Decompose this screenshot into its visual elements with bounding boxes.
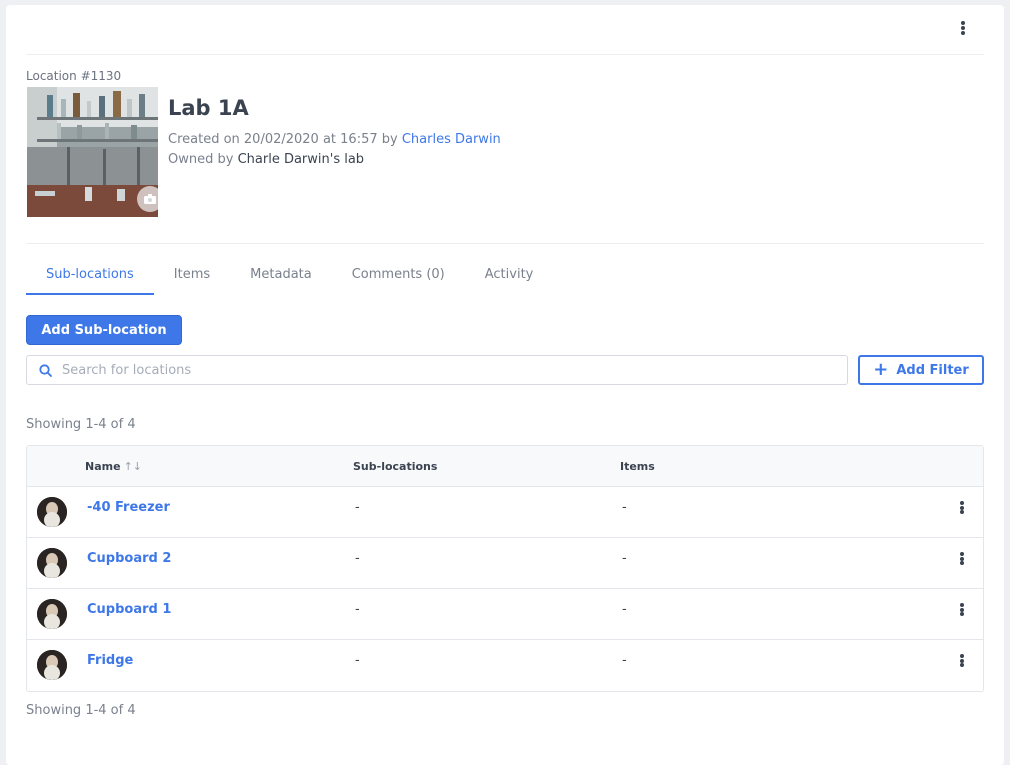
created-info: Created on 20/02/2020 at 16:57 by Charle… xyxy=(168,132,501,147)
table-row: Cupboard 1 - - xyxy=(27,589,983,640)
add-filter-label: Add Filter xyxy=(896,362,969,378)
pagination-summary-bottom: Showing 1-4 of 4 xyxy=(26,703,136,718)
sublocations-cell: - xyxy=(355,653,360,668)
items-cell: - xyxy=(622,551,627,566)
avatar xyxy=(37,497,67,527)
tab-activity[interactable]: Activity xyxy=(465,263,554,295)
row-more-options-icon[interactable] xyxy=(959,552,965,565)
add-sub-location-button[interactable]: Add Sub-location xyxy=(26,315,182,345)
tab-items[interactable]: Items xyxy=(154,263,230,295)
sublocations-cell: - xyxy=(355,500,360,515)
sublocations-cell: - xyxy=(355,602,360,617)
tab-bar: Sub-locations Items Metadata Comments (0… xyxy=(26,263,553,295)
tab-sub-locations[interactable]: Sub-locations xyxy=(26,263,154,295)
row-more-options-icon[interactable] xyxy=(959,654,965,667)
table-row: Fridge - - xyxy=(27,640,983,691)
column-header-name[interactable]: Name ↑↓ xyxy=(85,460,142,473)
column-header-sublocations: Sub-locations xyxy=(353,460,438,473)
row-more-options-icon[interactable] xyxy=(959,603,965,616)
row-more-options-icon[interactable] xyxy=(959,501,965,514)
creator-link[interactable]: Charles Darwin xyxy=(402,132,501,147)
location-id: Location #1130 xyxy=(26,69,122,83)
divider xyxy=(26,243,984,244)
pagination-summary: Showing 1-4 of 4 xyxy=(26,417,136,432)
add-filter-button[interactable]: + Add Filter xyxy=(858,355,984,385)
avatar xyxy=(37,599,67,629)
items-cell: - xyxy=(622,500,627,515)
location-name-link[interactable]: Fridge xyxy=(87,653,133,668)
table-header: Name ↑↓ Sub-locations Items xyxy=(27,446,983,487)
location-name-link[interactable]: -40 Freezer xyxy=(87,500,170,515)
owner-name: Charle Darwin's lab xyxy=(237,152,365,167)
created-label: Created on 20/02/2020 at 16:57 by xyxy=(168,132,398,147)
items-cell: - xyxy=(622,653,627,668)
tab-comments[interactable]: Comments (0) xyxy=(332,263,465,295)
location-name-link[interactable]: Cupboard 2 xyxy=(87,551,171,566)
tab-metadata[interactable]: Metadata xyxy=(230,263,332,295)
more-options-icon[interactable] xyxy=(960,21,966,35)
location-name-link[interactable]: Cupboard 1 xyxy=(87,602,171,617)
plus-icon: + xyxy=(873,359,889,380)
search-box[interactable] xyxy=(26,355,848,385)
table-row: Cupboard 2 - - xyxy=(27,538,983,589)
table-row: -40 Freezer - - xyxy=(27,487,983,538)
page-title: Lab 1A xyxy=(168,96,249,120)
divider xyxy=(26,54,984,55)
sort-icon[interactable]: ↑↓ xyxy=(124,460,142,473)
search-input[interactable] xyxy=(62,362,822,378)
search-icon xyxy=(39,363,52,377)
avatar xyxy=(37,650,67,680)
sub-locations-table: Name ↑↓ Sub-locations Items -40 Freezer -… xyxy=(26,445,984,692)
owned-label: Owned by xyxy=(168,152,234,167)
camera-icon[interactable] xyxy=(137,186,158,212)
avatar xyxy=(37,548,67,578)
owner-info: Owned by Charle Darwin's lab xyxy=(168,152,364,167)
items-cell: - xyxy=(622,602,627,617)
location-photo[interactable] xyxy=(27,87,158,217)
location-card: Location #1130 Lab 1A Created on 20/02/2… xyxy=(6,5,1004,765)
column-name-label: Name xyxy=(85,460,121,473)
sublocations-cell: - xyxy=(355,551,360,566)
column-header-items: Items xyxy=(620,460,655,473)
